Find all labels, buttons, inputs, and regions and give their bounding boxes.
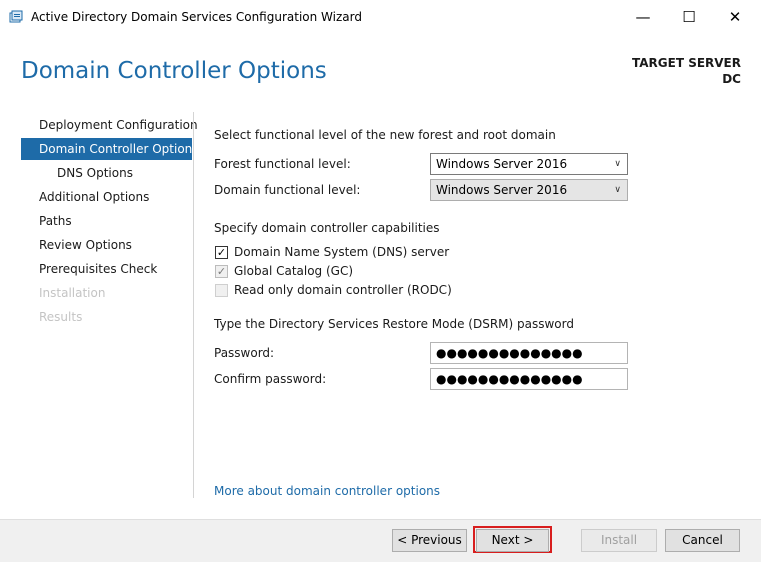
dsrm-heading: Type the Directory Services Restore Mode… (214, 317, 574, 331)
sidebar-item-additional-options[interactable]: Additional Options (21, 186, 192, 208)
forest-level-value: Windows Server 2016 (436, 157, 568, 171)
forest-level-dropdown[interactable]: Windows Server 2016 ∨ (430, 153, 628, 175)
sidebar-item-prerequisites-check[interactable]: Prerequisites Check (21, 258, 192, 280)
sidebar-item-domain-controller-options[interactable]: Domain Controller Options (21, 138, 199, 160)
sidebar-item-installation: Installation (39, 286, 106, 300)
dns-server-label: Domain Name System (DNS) server (234, 245, 450, 259)
chevron-down-icon: ∨ (614, 185, 621, 195)
cancel-button[interactable]: Cancel (665, 529, 740, 552)
sidebar-item-results: Results (39, 310, 83, 324)
domain-level-value: Windows Server 2016 (436, 183, 568, 197)
password-label: Password: (214, 346, 275, 360)
target-server-name: DC (722, 72, 741, 86)
sidebar-item-review-options[interactable]: Review Options (21, 234, 192, 256)
minimize-button[interactable]: — (620, 0, 666, 34)
maximize-button[interactable]: ☐ (666, 0, 712, 34)
functional-level-heading: Select functional level of the new fores… (214, 128, 556, 142)
target-server-label: TARGET SERVER (632, 56, 741, 70)
rodc-label: Read only domain controller (RODC) (234, 283, 452, 297)
domain-level-label: Domain functional level: (214, 183, 361, 197)
chevron-down-icon: ∨ (614, 159, 621, 169)
sidebar-divider (193, 112, 194, 498)
rodc-checkbox (215, 284, 228, 297)
server-manager-icon (9, 10, 23, 23)
password-value: ●●●●●●●●●●●●●● (436, 346, 583, 360)
close-icon: ✕ (728, 8, 742, 26)
capabilities-heading: Specify domain controller capabilities (214, 221, 440, 235)
close-button[interactable]: ✕ (712, 0, 758, 34)
sidebar-item-dns-options[interactable]: DNS Options (21, 162, 192, 184)
confirm-password-value: ●●●●●●●●●●●●●● (436, 372, 583, 386)
global-catalog-checkbox: ✓ (215, 265, 228, 278)
confirm-password-label: Confirm password: (214, 372, 327, 386)
sidebar-item-deployment-configuration[interactable]: Deployment Configuration (21, 114, 198, 136)
install-button: Install (581, 529, 657, 552)
global-catalog-label: Global Catalog (GC) (234, 264, 354, 278)
domain-level-dropdown[interactable]: Windows Server 2016 ∨ (430, 179, 628, 201)
maximize-icon: ☐ (682, 8, 696, 26)
confirm-password-field[interactable]: ●●●●●●●●●●●●●● (430, 368, 628, 390)
previous-button[interactable]: < Previous (392, 529, 467, 552)
more-info-link[interactable]: More about domain controller options (214, 484, 440, 498)
window-title: Active Directory Domain Services Configu… (31, 10, 362, 24)
page-title: Domain Controller Options (21, 58, 327, 84)
minimize-icon: — (635, 8, 651, 26)
forest-level-label: Forest functional level: (214, 157, 351, 171)
sidebar-item-paths[interactable]: Paths (21, 210, 192, 232)
next-button[interactable]: Next > (476, 529, 549, 552)
dns-server-checkbox[interactable]: ✓ (215, 246, 228, 259)
password-field[interactable]: ●●●●●●●●●●●●●● (430, 342, 628, 364)
